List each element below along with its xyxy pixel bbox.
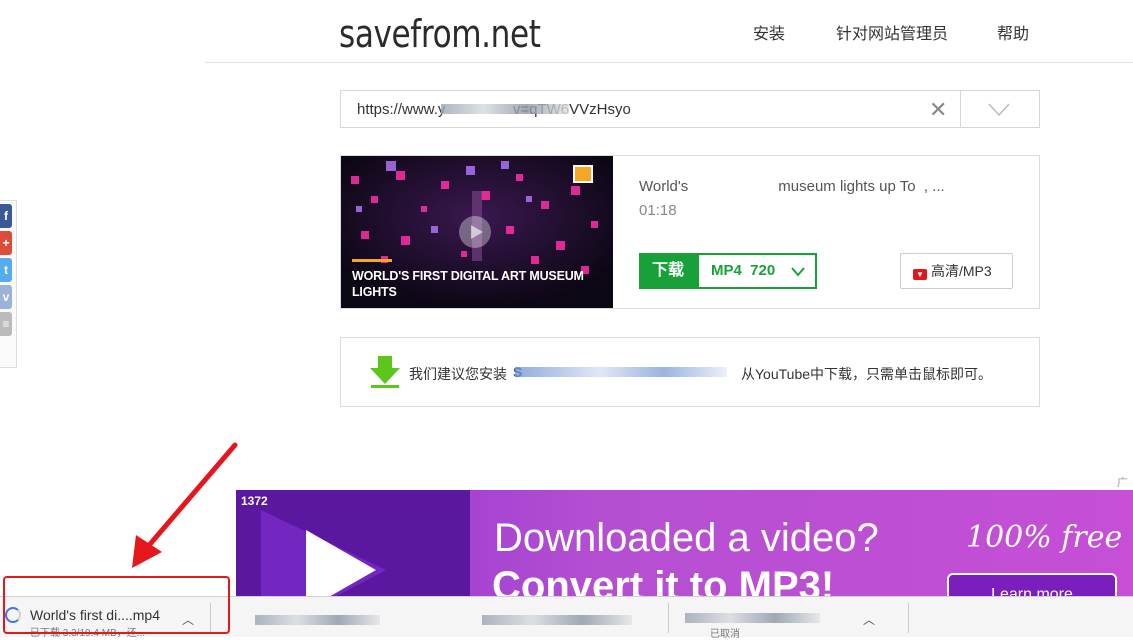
shelf-divider	[668, 603, 669, 633]
url-separator	[960, 91, 961, 127]
redacted-item	[255, 615, 380, 625]
install-recommendation: 我们建议您安装 S 从YouTube中下载，只需单击鼠标即可。	[340, 337, 1040, 407]
thumbnail-caption-line2: LIGHTS	[352, 285, 397, 299]
share-sidebar: f + t v ≡	[0, 200, 17, 368]
nav-help[interactable]: 帮助	[997, 20, 1029, 44]
redacted-url-part	[441, 104, 569, 114]
download-button[interactable]: 下载	[639, 253, 697, 289]
download-arrow-icon	[370, 356, 400, 388]
redacted-item	[685, 613, 820, 623]
twitter-icon[interactable]: t	[0, 258, 12, 282]
thumbnail-accent-bar	[352, 259, 392, 262]
google-plus-icon[interactable]: +	[0, 231, 12, 255]
url-input[interactable]: https://www.y v=qTW6VVzHsyo ✕	[340, 90, 1040, 128]
download-item[interactable]	[255, 597, 445, 637]
ad-mark: 广	[1117, 477, 1128, 489]
video-title: World's museum lights up To , ...	[639, 178, 945, 195]
chevron-up-icon[interactable]: ︿	[863, 611, 875, 628]
download-item[interactable]: 已取消 ︿	[680, 597, 885, 640]
download-highlight-box	[3, 576, 230, 634]
download-arrow-icon: ▼	[913, 269, 927, 280]
redacted-item	[482, 615, 632, 625]
recommend-prefix: 我们建议您安装	[409, 366, 507, 382]
vk-icon[interactable]: v	[0, 285, 12, 309]
ad-headline: Downloaded a video?	[494, 516, 879, 560]
ad-free-label: 100% free	[966, 520, 1123, 555]
shelf-divider	[908, 603, 909, 633]
video-duration: 01:18	[639, 202, 677, 219]
format-select[interactable]: MP4 720	[697, 253, 817, 289]
facebook-icon[interactable]: f	[0, 204, 12, 228]
close-icon[interactable]: ✕	[929, 97, 947, 123]
download-item-status: 已取消	[710, 629, 740, 640]
more-share-icon[interactable]: ≡	[0, 312, 12, 336]
format-label: MP4 720	[711, 262, 776, 279]
red-arrow-annotation	[132, 442, 238, 568]
video-thumbnail[interactable]: WORLD'S FIRST DIGITAL ART MUSEUM LIGHTS	[341, 156, 613, 308]
chevron-down-icon	[791, 267, 805, 277]
thumbnail-caption-line1: WORLD'S FIRST DIGITAL ART MUSEUM	[352, 269, 584, 283]
nav-webmasters[interactable]: 针对网站管理员	[836, 20, 948, 44]
redacted-link[interactable]	[515, 367, 727, 377]
recommend-suffix: 从YouTube中下载，只需单击鼠标即可。	[741, 366, 993, 382]
site-logo[interactable]: savefrom.net	[339, 12, 541, 56]
play-icon[interactable]	[459, 216, 491, 248]
hd-mp3-label: 高清/MP3	[931, 263, 992, 279]
video-result-card: WORLD'S FIRST DIGITAL ART MUSEUM LIGHTS …	[340, 155, 1040, 309]
download-item[interactable]	[452, 597, 662, 637]
hq-badge-icon	[573, 165, 593, 183]
header-divider	[205, 62, 1133, 63]
hd-mp3-button[interactable]: ▼ 高清/MP3	[900, 253, 1013, 289]
nav-install[interactable]: 安装	[753, 20, 785, 44]
thumbnail-caption: WORLD'S FIRST DIGITAL ART MUSEUM LIGHTS	[352, 268, 584, 300]
chevron-down-icon[interactable]	[987, 103, 1011, 117]
